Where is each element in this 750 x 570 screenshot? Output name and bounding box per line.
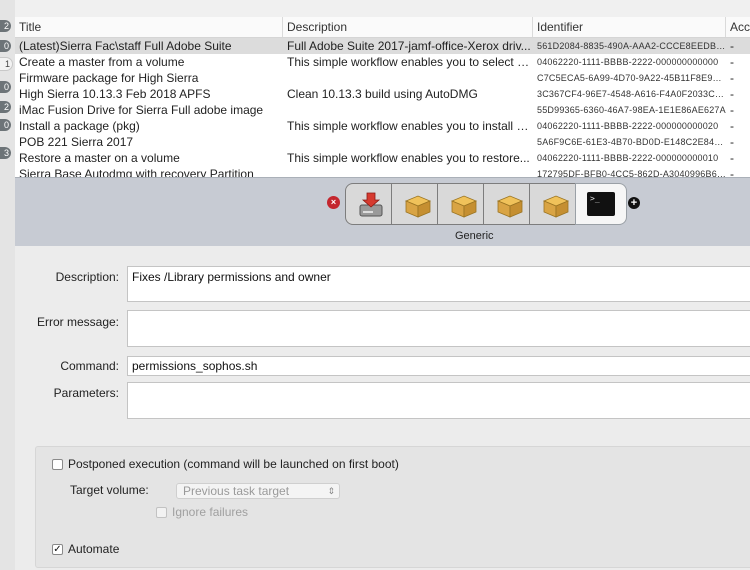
row-acc: -	[730, 135, 734, 149]
row-title: Sierra Base Autodmg with recovery Partit…	[19, 167, 254, 177]
row-acc: -	[730, 167, 734, 177]
row-title: POB 221 Sierra 2017	[19, 135, 134, 149]
row-badge: 0	[0, 81, 11, 93]
row-description: Clean 10.13.3 build using AutoDMG	[287, 87, 478, 101]
row-title: Install a package (pkg)	[19, 119, 140, 133]
row-description: Full Adobe Suite 2017-jamf-office-Xerox …	[287, 39, 531, 53]
row-acc: -	[730, 151, 734, 165]
target-volume-label: Target volume:	[70, 483, 149, 497]
postponed-execution-label: Postponed execution (command will be lau…	[68, 457, 399, 471]
package-icon	[450, 195, 478, 218]
row-identifier: 04062220-1111-BBBB-2222-000000000010	[537, 153, 719, 163]
row-description: This simple workflow enables you to inst…	[287, 119, 533, 133]
package-icon	[496, 195, 524, 218]
step-settings-form: Description: Fixes /Library permissions …	[15, 246, 750, 570]
table-row[interactable]: iMac Fusion Drive for Sierra Full adobe …	[15, 102, 750, 118]
row-badge: 0	[0, 40, 11, 52]
workflows-table[interactable]: Title Description Identifier Acc (Latest…	[15, 17, 750, 177]
row-title: Firmware package for High Sierra	[19, 71, 199, 85]
table-row[interactable]: Install a package (pkg) This simple work…	[15, 118, 750, 134]
row-identifier: 04062220-1111-BBBB-2222-000000000020	[537, 121, 719, 131]
column-header-title[interactable]: Title	[15, 17, 283, 37]
remove-step-icon[interactable]: ×	[327, 196, 340, 209]
row-identifier: 04062220-1111-BBBB-2222-000000000000	[537, 57, 719, 67]
ignore-failures-label: Ignore failures	[172, 505, 249, 519]
step-package[interactable]	[529, 183, 581, 225]
package-icon	[542, 195, 570, 218]
error-message-field[interactable]	[127, 310, 750, 347]
column-header-description[interactable]: Description	[283, 17, 533, 37]
target-volume-value: Previous task target	[183, 484, 290, 498]
column-header-identifier[interactable]: Identifier	[533, 17, 726, 37]
row-badge: 2	[0, 20, 11, 32]
table-header: Title Description Identifier Acc	[15, 17, 750, 38]
table-row[interactable]: High Sierra 10.13.3 Feb 2018 APFS Clean …	[15, 86, 750, 102]
selected-step-label: Generic	[455, 230, 494, 242]
row-acc: -	[730, 39, 734, 53]
row-acc: -	[730, 71, 734, 85]
row-acc: -	[730, 119, 734, 133]
row-identifier: C7C5ECA5-6A99-4D70-9A22-45B11F8E98C0	[537, 73, 726, 83]
row-title: High Sierra 10.13.3 Feb 2018 APFS	[19, 87, 211, 101]
row-title: Restore a master on a volume	[19, 151, 180, 165]
row-title: Create a master from a volume	[19, 55, 185, 69]
download-disk-icon	[359, 192, 383, 217]
description-label: Description:	[55, 270, 119, 284]
row-description	[283, 134, 533, 150]
step-package[interactable]	[483, 183, 535, 225]
row-description: This simple workflow enables you to sele…	[287, 55, 533, 69]
step-restore[interactable]	[345, 183, 397, 225]
top-strip	[15, 0, 750, 18]
description-field[interactable]: Fixes /Library permissions and owner	[127, 266, 750, 302]
row-title: (Latest)Sierra Fac\staff Full Adobe Suit…	[19, 39, 232, 53]
column-header-acc[interactable]: Acc	[726, 17, 750, 37]
step-package[interactable]	[437, 183, 489, 225]
row-badge: 2	[0, 101, 11, 113]
add-step-icon[interactable]: +	[628, 197, 640, 209]
row-acc: -	[730, 103, 734, 117]
target-volume-select[interactable]: Previous task target ⇕	[176, 483, 340, 499]
row-title: iMac Fusion Drive for Sierra Full adobe …	[19, 103, 264, 117]
table-row[interactable]: Firmware package for High Sierra C7C5ECA…	[15, 70, 750, 86]
left-gutter: 2 0 1 0 2 0 3	[0, 0, 16, 570]
table-row[interactable]: (Latest)Sierra Fac\staff Full Adobe Suit…	[15, 38, 750, 54]
step-package[interactable]	[391, 183, 443, 225]
table-row[interactable]: POB 221 Sierra 2017 5A6F9C6E-61E3-4B70-B…	[15, 134, 750, 150]
row-badge: 0	[0, 119, 11, 131]
row-description	[283, 166, 533, 177]
parameters-label: Parameters:	[53, 386, 119, 400]
table-row[interactable]: Create a master from a volume This simpl…	[15, 54, 750, 70]
terminal-icon: >_	[587, 192, 615, 216]
row-identifier: 3C367CF4-96E7-4548-A616-F4A0F2033C0D	[537, 89, 726, 99]
step-generic-command[interactable]: >_	[575, 183, 627, 225]
row-acc: -	[730, 87, 734, 101]
row-badge: 3	[0, 147, 11, 159]
package-icon	[404, 195, 432, 218]
row-badge: 1	[0, 57, 13, 71]
row-description	[283, 102, 533, 118]
automate-label: Automate	[68, 542, 120, 556]
row-identifier: 172795DF-BFB0-4CC5-862D-A3040996B646	[537, 169, 726, 177]
workflow-chain: >_	[345, 183, 641, 225]
workflow-steps-panel: × >_ + Generic	[15, 177, 750, 247]
parameters-field[interactable]	[127, 382, 750, 419]
row-identifier: 55D99365-6360-46A7-98EA-1E1E86AE627A	[537, 105, 726, 115]
command-field[interactable]: permissions_sophos.sh	[127, 356, 750, 376]
table-row[interactable]: Sierra Base Autodmg with recovery Partit…	[15, 166, 750, 177]
row-identifier: 561D2084-8835-490A-AAA2-CCCE8EEDBF...	[537, 41, 726, 51]
row-identifier: 5A6F9C6E-61E3-4B70-BD0D-E148C2E840BC	[537, 137, 726, 147]
execution-options-group: Postponed execution (command will be lau…	[35, 446, 750, 568]
row-description	[283, 70, 533, 86]
table-row[interactable]: Restore a master on a volume This simple…	[15, 150, 750, 166]
error-message-label: Error message:	[36, 315, 119, 329]
postponed-execution-checkbox[interactable]	[52, 459, 63, 470]
ignore-failures-checkbox[interactable]	[156, 507, 167, 518]
chevron-updown-icon: ⇕	[327, 486, 335, 496]
row-description: This simple workflow enables you to rest…	[287, 151, 530, 165]
row-acc: -	[730, 55, 734, 69]
command-label: Command:	[60, 359, 119, 373]
automate-checkbox[interactable]: ✓	[52, 544, 63, 555]
